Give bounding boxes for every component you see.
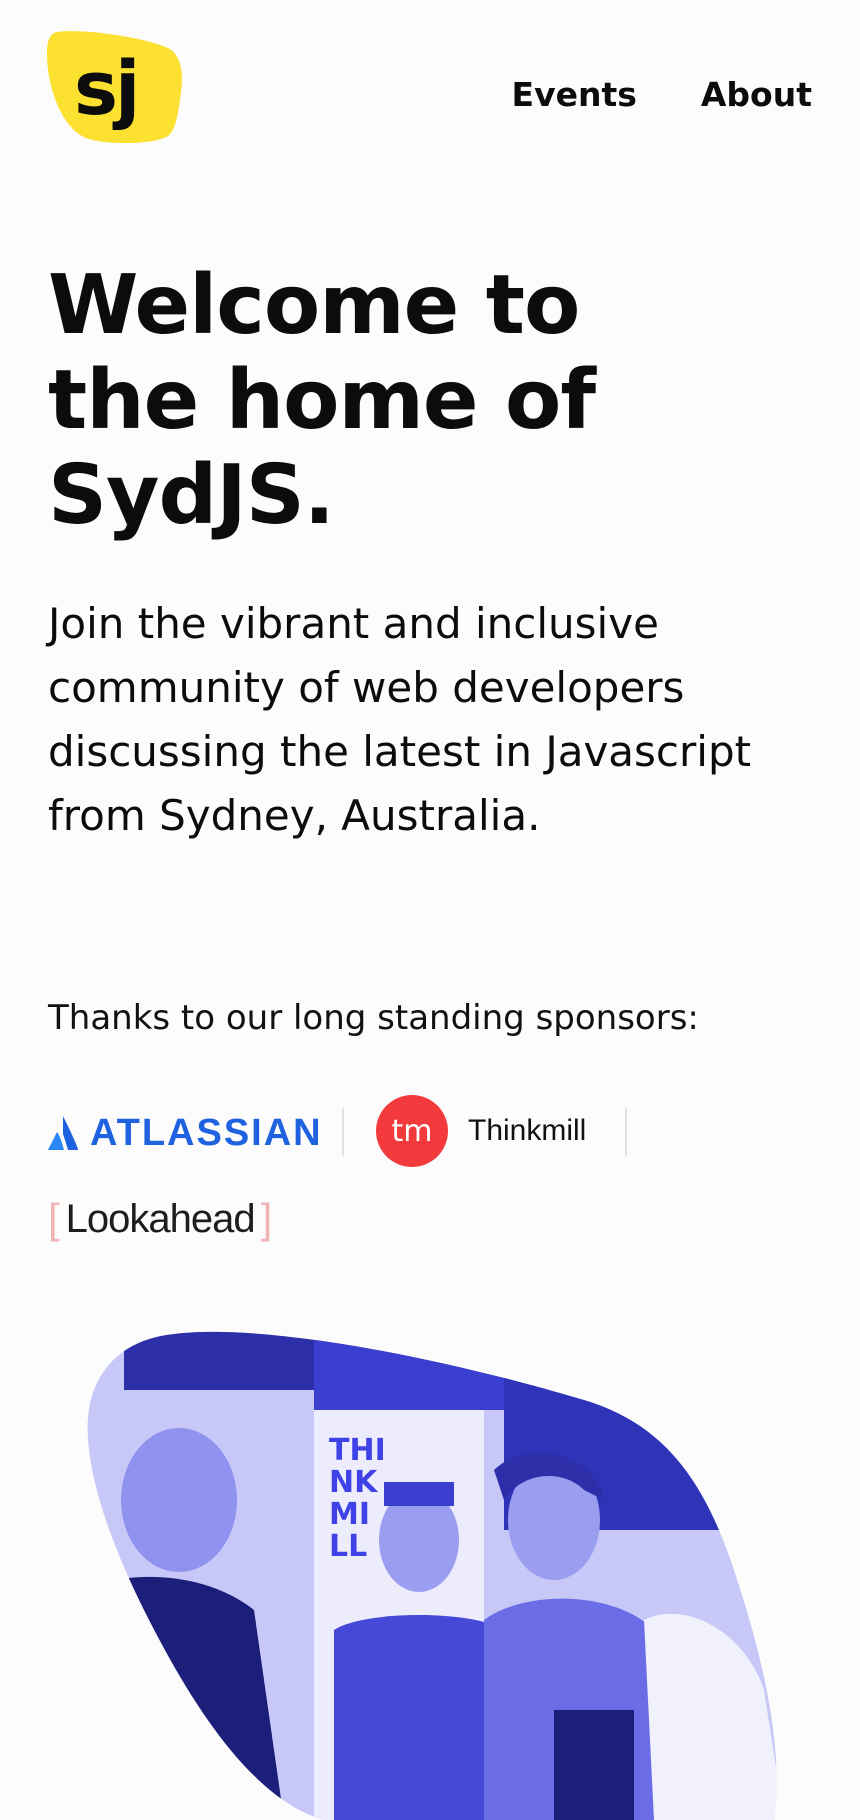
banner-text-line: MI xyxy=(329,1497,370,1532)
banner-text-line: NK xyxy=(329,1465,379,1500)
community-photo: THI NK MI LL xyxy=(87,1331,777,1820)
page: sj Events About Welcome to the home of S… xyxy=(0,0,860,1820)
sponsor-thinkmill-link[interactable]: tm Thinkmill xyxy=(376,1095,586,1167)
sponsor-atlassian-link[interactable]: ATLASSIAN xyxy=(48,1112,323,1154)
banner-text-line: THI xyxy=(329,1433,386,1468)
nav-events-link[interactable]: Events xyxy=(512,70,637,120)
sponsor-lookahead-link[interactable]: [ Lookahead ] xyxy=(48,1196,272,1242)
logo-text: sj xyxy=(74,46,140,132)
atlassian-wordmark: ATLASSIAN xyxy=(90,1112,323,1154)
sydjs-logo[interactable]: sj xyxy=(46,30,182,162)
sponsors-intro: Thanks to our long standing sponsors: xyxy=(48,998,699,1038)
atlassian-icon xyxy=(48,1116,78,1150)
sponsor-divider xyxy=(342,1108,344,1156)
hero-description: Join the vibrant and inclusive community… xyxy=(48,599,752,840)
nav-about-link[interactable]: About xyxy=(701,70,812,120)
sponsor-divider xyxy=(625,1108,627,1156)
main-nav: Events About xyxy=(512,70,812,120)
bracket-right-icon: ] xyxy=(260,1195,273,1242)
thinkmill-badge-icon: tm xyxy=(376,1095,448,1167)
lookahead-wordmark: Lookahead xyxy=(65,1197,256,1241)
bracket-left-icon: [ xyxy=(48,1195,60,1242)
thinkmill-wordmark: Thinkmill xyxy=(468,1114,587,1147)
page-title: Welcome to the home of SydJS. xyxy=(48,258,596,543)
banner-text-line: LL xyxy=(329,1529,367,1564)
